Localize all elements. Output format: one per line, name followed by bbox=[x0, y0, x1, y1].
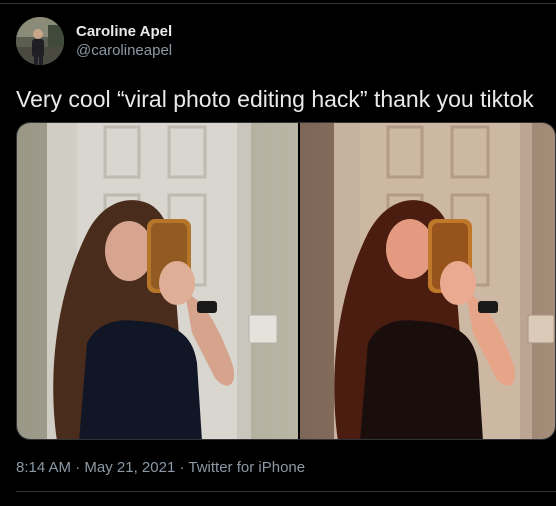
top-divider bbox=[0, 3, 556, 4]
profile-photo-icon bbox=[16, 17, 64, 65]
avatar[interactable] bbox=[16, 17, 64, 65]
photo-image bbox=[17, 123, 298, 439]
bottom-divider bbox=[16, 491, 556, 492]
author-display-name[interactable]: Caroline Apel bbox=[76, 22, 172, 41]
meta-separator: · bbox=[179, 459, 185, 476]
tweet-meta: 8:14 AM · May 21, 2021 · Twitter for iPh… bbox=[16, 458, 305, 478]
author-names: Caroline Apel @carolineapel bbox=[76, 22, 172, 60]
tweet-card: Caroline Apel @carolineapel Very cool “v… bbox=[0, 0, 556, 506]
media-grid bbox=[16, 122, 556, 440]
edited-photo[interactable] bbox=[299, 123, 555, 439]
tweet-text: Very cool “viral photo editing hack” tha… bbox=[16, 86, 534, 112]
original-photo[interactable] bbox=[17, 123, 298, 439]
tweet-source[interactable]: Twitter for iPhone bbox=[188, 459, 305, 476]
tweet-time[interactable]: 8:14 AM bbox=[16, 459, 71, 476]
meta-separator: · bbox=[75, 459, 81, 476]
author-handle[interactable]: @carolineapel bbox=[76, 41, 172, 60]
photo-image bbox=[299, 123, 555, 439]
tweet-header: Caroline Apel @carolineapel bbox=[16, 17, 172, 65]
tweet-date[interactable]: May 21, 2021 bbox=[84, 459, 175, 476]
